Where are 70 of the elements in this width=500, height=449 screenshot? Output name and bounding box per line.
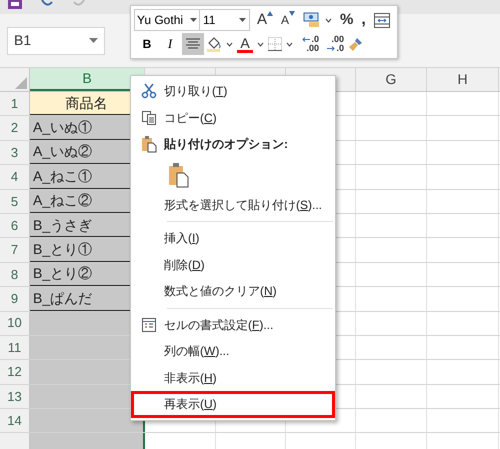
row-header[interactable]: 13	[0, 384, 30, 408]
menu-item[interactable]: セルの書式設定(F)...	[131, 312, 335, 338]
row-header[interactable]: 8	[0, 262, 30, 286]
up-triangle-icon	[267, 11, 274, 16]
paintbrush-icon	[348, 36, 364, 52]
row-header[interactable]: 14	[0, 409, 30, 432]
column-header[interactable]: G	[356, 68, 427, 91]
column-header[interactable]: H	[427, 68, 499, 91]
decrease-font-size-button[interactable]: A	[278, 9, 298, 31]
arrow-icon	[302, 37, 310, 42]
row-header[interactable]: 9	[0, 287, 30, 311]
menu-item-label: 挿入(I)	[164, 230, 200, 248]
menu-item-label: 非表示(H)	[164, 370, 217, 387]
row-header[interactable]: 1	[0, 92, 30, 116]
row-header[interactable]: 10	[0, 312, 30, 335]
menu-item-label: 貼り付けのオプション:	[164, 136, 288, 154]
caret-icon	[286, 42, 293, 46]
decrease-decimal-button[interactable]: .00 .0	[320, 33, 344, 55]
menu-item-label: 切り取り(T)	[164, 83, 228, 100]
menu-item[interactable]: 非表示(H)	[131, 364, 335, 391]
arrow-icon	[327, 46, 336, 51]
undo-icon[interactable]	[40, 0, 54, 8]
increase-font-size-button[interactable]: A	[254, 9, 276, 31]
percent-button[interactable]: %	[337, 9, 356, 31]
font-size-field[interactable]: 11	[200, 9, 250, 31]
menu-item-label: 形式を選択して貼り付け(S)...	[164, 196, 322, 214]
down-triangle-icon	[289, 11, 296, 16]
wrap-text-icon	[374, 12, 390, 28]
bold-button[interactable]: B	[136, 33, 158, 55]
italic-button[interactable]: I	[159, 33, 181, 55]
row-header[interactable]: 2	[0, 116, 30, 140]
comma-style-button[interactable]: ,	[358, 9, 369, 31]
menu-item[interactable]: 再表示(U)	[131, 391, 335, 418]
row-header[interactable]: 5	[0, 190, 30, 213]
menu-item-label: 数式と値のクリア(N)	[164, 283, 277, 300]
menu-item[interactable]: 列の幅(W)...	[131, 338, 335, 364]
font-color-button[interactable]: A	[235, 33, 266, 55]
row-header[interactable]: 3	[0, 140, 30, 164]
name-box[interactable]: B1	[7, 26, 105, 54]
row-header[interactable]: 6	[0, 214, 30, 238]
menu-item-label: コピー(C)	[164, 110, 217, 127]
caret-icon	[325, 18, 332, 22]
copy-icon	[141, 110, 157, 126]
clipboard-icon	[141, 135, 157, 154]
menu-item-label: 削除(D)	[164, 256, 205, 274]
caret-icon	[239, 18, 246, 22]
row-header[interactable]: 7	[0, 238, 30, 262]
paint-bucket-icon	[206, 36, 222, 52]
row-header[interactable]: 11	[0, 336, 30, 360]
borders-icon	[268, 37, 282, 51]
format-cells-icon	[141, 316, 157, 333]
scissors-icon	[141, 83, 157, 100]
increase-decimal-button[interactable]: .0 .00	[295, 33, 319, 55]
center-align-button[interactable]	[182, 33, 204, 55]
caret-icon	[89, 38, 98, 43]
menu-item-label: セルの書式設定(F)...	[164, 316, 274, 334]
row-header[interactable]: 12	[0, 360, 30, 384]
column-header[interactable]: B	[30, 68, 145, 91]
caret-icon	[257, 42, 264, 46]
paste-option-button[interactable]	[167, 160, 191, 188]
row-header[interactable]: 4	[0, 165, 30, 189]
menu-item-label: 再表示(U)	[164, 396, 217, 414]
clipboard-icon	[168, 162, 190, 188]
caret-icon	[226, 42, 233, 46]
save-icon[interactable]	[8, 0, 22, 9]
caret-icon	[190, 18, 197, 22]
menu-item-label: 列の幅(W)...	[164, 343, 230, 360]
align-center-icon	[186, 38, 200, 50]
font-name-field[interactable]: Yu Gothi	[134, 9, 200, 31]
banknote-icon	[303, 12, 322, 28]
